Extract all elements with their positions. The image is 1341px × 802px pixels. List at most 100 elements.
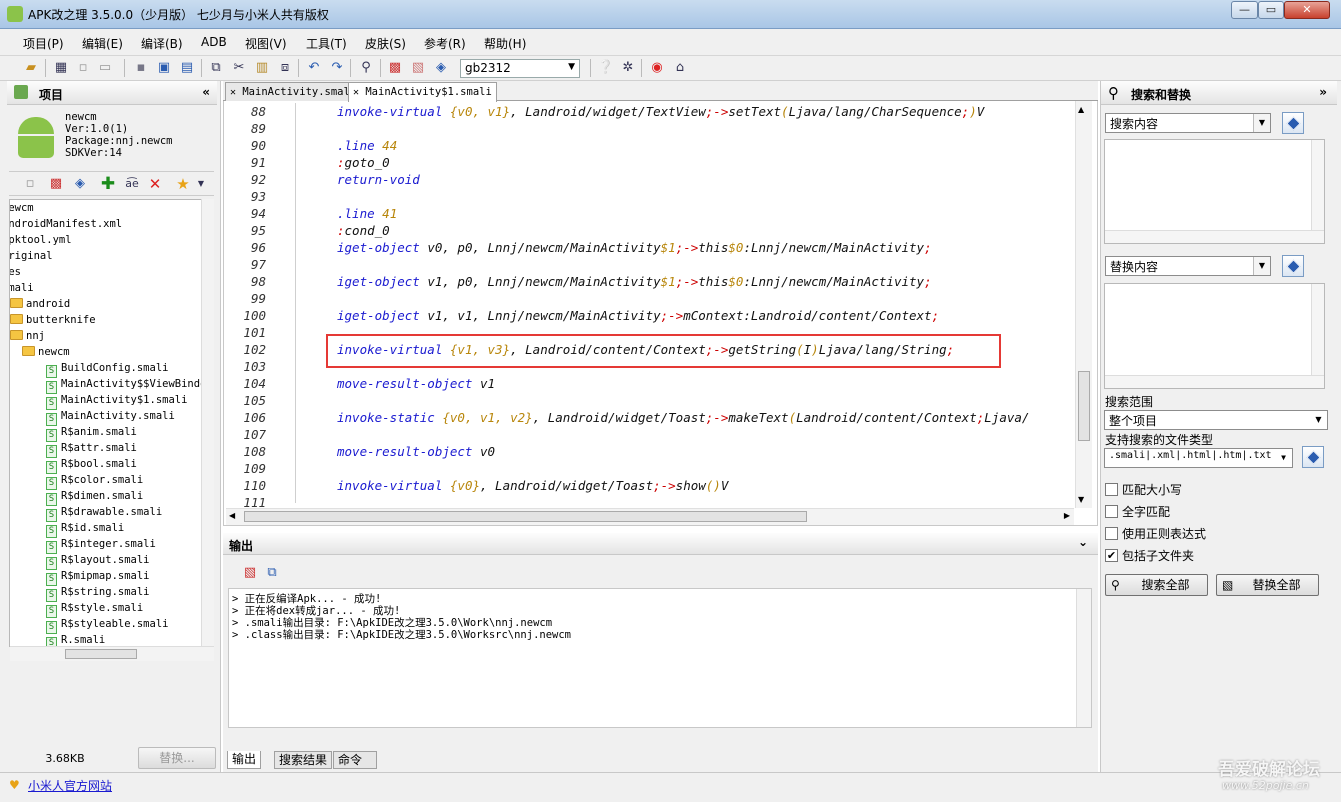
copy-icon[interactable]: ⧉: [207, 59, 225, 77]
page-icon[interactable]: ▫: [74, 59, 92, 77]
tree-item[interactable]: S R$style.smali: [46, 600, 143, 618]
open-folder-icon[interactable]: ▰: [22, 59, 40, 77]
filetype-select[interactable]: .smali|.xml|.html|.htm|.txt ▼: [1104, 448, 1293, 468]
menu-help[interactable]: 帮助(H): [484, 35, 526, 52]
replace-all-button[interactable]: ▧ 替换全部: [1216, 574, 1319, 596]
tree-item[interactable]: nnj: [10, 328, 45, 344]
tree-horizontal-scrollbar[interactable]: [10, 646, 214, 661]
tree-item[interactable]: newcm: [10, 200, 34, 216]
tree-item[interactable]: AndroidManifest.xml: [10, 216, 122, 232]
tree-item[interactable]: S R$id.smali: [46, 520, 124, 538]
add-icon[interactable]: ✚: [99, 175, 117, 193]
replace-text-area[interactable]: [1104, 283, 1325, 389]
grid-icon[interactable]: ▦: [52, 59, 70, 77]
code-line[interactable]: .line 41: [337, 206, 397, 221]
tree-item[interactable]: S R$layout.smali: [46, 552, 150, 570]
tree-item[interactable]: S MainActivity$1.smali: [46, 392, 187, 410]
regex-checkbox[interactable]: [1105, 527, 1118, 540]
code-line[interactable]: :cond_0: [337, 223, 390, 238]
output-scrollbar[interactable]: [1076, 589, 1091, 727]
weibo-icon[interactable]: ◉: [648, 59, 666, 77]
tree-item[interactable]: smali: [10, 280, 34, 296]
maximize-button[interactable]: ▭: [1258, 1, 1284, 19]
editor-horizontal-scrollbar[interactable]: ◀ ▶: [226, 508, 1074, 525]
new-file-icon[interactable]: ▫: [21, 175, 39, 193]
binoculars-icon[interactable]: ⚲: [357, 59, 375, 77]
save-icon[interactable]: ▪: [132, 59, 150, 77]
tree-item[interactable]: S R$color.smali: [46, 472, 143, 490]
tree-item[interactable]: apktool.yml: [10, 232, 72, 248]
clear-output-icon[interactable]: ▧: [241, 564, 259, 582]
code-line[interactable]: .line 44: [337, 138, 397, 153]
menu-skin[interactable]: 皮肤(S): [365, 35, 406, 52]
minimize-button[interactable]: —: [1231, 1, 1258, 19]
save-all-icon[interactable]: ▣: [155, 59, 173, 77]
tree-item[interactable]: newcm: [22, 344, 70, 360]
tree-item[interactable]: S R$bool.smali: [46, 456, 137, 474]
xiaomiren-site-link[interactable]: 小米人官方网站: [28, 777, 112, 794]
search-input[interactable]: 搜索内容 ▼: [1105, 113, 1271, 133]
tab-search-results[interactable]: 搜索结果: [274, 751, 333, 769]
menu-build[interactable]: 编译(B): [141, 35, 183, 52]
filetype-edit-button[interactable]: [1302, 446, 1324, 468]
code-line[interactable]: return-void: [337, 172, 420, 187]
cut-icon[interactable]: ✂: [230, 59, 248, 77]
tree-item[interactable]: S R$anim.smali: [46, 424, 137, 442]
collapse-output-icon[interactable]: ⌄: [1078, 535, 1088, 549]
code-line[interactable]: iget-object v1, p0, Lnnj/newcm/MainActiv…: [337, 274, 932, 289]
code-line[interactable]: invoke-static {v0, v1, v2}, Landroid/wid…: [337, 410, 1029, 425]
code-line[interactable]: :goto_0: [337, 155, 390, 170]
code-line[interactable]: invoke-virtual {v0, v1}, Landroid/widget…: [337, 104, 984, 119]
copy-output-icon[interactable]: ⧉: [263, 564, 281, 582]
tree-item[interactable]: S R$dimen.smali: [46, 488, 143, 506]
tab-output[interactable]: 输出: [227, 751, 262, 769]
collapse-panel-button[interactable]: «: [202, 85, 210, 99]
favorites-icon[interactable]: ★: [174, 175, 192, 193]
undo-icon[interactable]: ↶: [305, 59, 323, 77]
tree-item[interactable]: original: [10, 248, 53, 264]
scope-select[interactable]: 整个项目 ▼: [1104, 410, 1328, 430]
paste-icon[interactable]: ▥: [253, 59, 271, 77]
menu-adb[interactable]: ADB: [201, 35, 227, 49]
search-all-button[interactable]: ⚲ 搜索全部: [1105, 574, 1208, 596]
menu-project[interactable]: 项目(P): [23, 35, 64, 52]
code-line[interactable]: move-result-object v1: [337, 376, 495, 391]
close-tab-icon[interactable]: ✕: [230, 87, 236, 98]
tree-item[interactable]: S R$string.smali: [46, 584, 150, 602]
tree-item[interactable]: res: [10, 264, 21, 280]
tree-item[interactable]: S R$drawable.smali: [46, 504, 162, 522]
menu-reference[interactable]: 参考(R): [424, 35, 466, 52]
tree-item[interactable]: S R$mipmap.smali: [46, 568, 150, 586]
rename-icon[interactable]: a͡e: [123, 175, 141, 193]
encoding-select[interactable]: gb2312 ▼: [460, 59, 580, 78]
refresh-icon[interactable]: ▩: [47, 175, 65, 193]
menu-view[interactable]: 视图(V): [245, 35, 287, 52]
replace-input[interactable]: 替换内容 ▼: [1105, 256, 1271, 276]
tree-item[interactable]: S R$styleable.smali: [46, 616, 168, 634]
tree-item[interactable]: S BuildConfig.smali: [46, 360, 168, 378]
tree-item[interactable]: S R.smali: [46, 632, 105, 646]
tree-vertical-scrollbar[interactable]: [201, 199, 214, 647]
tree-item[interactable]: S R$integer.smali: [46, 536, 156, 554]
tree-item[interactable]: butterknife: [10, 312, 96, 328]
code-line[interactable]: iget-object v0, p0, Lnnj/newcm/MainActiv…: [337, 240, 932, 255]
tree-item[interactable]: S MainActivity.smali: [46, 408, 175, 426]
code-line[interactable]: move-result-object v0: [337, 444, 495, 459]
tree-item[interactable]: SMainActivity$$ViewBinder.smali: [46, 376, 213, 394]
delete-icon[interactable]: ✕: [146, 175, 164, 193]
editor-vertical-scrollbar[interactable]: ▲ ▼: [1075, 101, 1092, 508]
tab-mainactivity[interactable]: ✕ MainActivity.smali: [225, 82, 362, 101]
replace-button[interactable]: 替换...: [138, 747, 216, 769]
search-text-area[interactable]: [1104, 139, 1325, 244]
close-button[interactable]: ✕: [1284, 1, 1330, 19]
code-line[interactable]: iget-object v1, v1, Lnnj/newcm/MainActiv…: [337, 308, 939, 323]
export-icon[interactable]: ▤: [178, 59, 196, 77]
menu-tools[interactable]: 工具(T): [306, 35, 347, 52]
search-history-button[interactable]: [1282, 112, 1304, 134]
match-case-checkbox[interactable]: [1105, 483, 1118, 496]
code-line[interactable]: invoke-virtual {v0}, Landroid/widget/Toa…: [337, 478, 728, 493]
expand-panel-button[interactable]: »: [1319, 85, 1327, 99]
redo-icon[interactable]: ↷: [328, 59, 346, 77]
tab-command[interactable]: 命令: [333, 751, 377, 769]
tree-item[interactable]: android: [10, 296, 70, 312]
